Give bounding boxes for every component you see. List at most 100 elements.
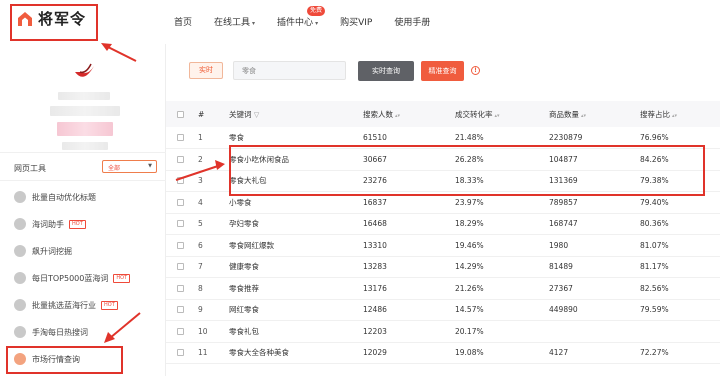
row-checkbox-cell	[166, 320, 194, 343]
filter-icon[interactable]: ▽	[254, 111, 259, 119]
table-row[interactable]: 6 零食网红爆款 13310 19.46% 1980 81.07%	[166, 234, 720, 257]
col-conversion[interactable]: 成交转化率 ▴▾	[455, 101, 549, 127]
hot-badge: HOT	[113, 273, 131, 283]
nav-plugin-center[interactable]: 插件中心 ▾ 免费	[277, 6, 326, 28]
col-search-label: 搜索人数	[363, 109, 393, 119]
row-checkbox[interactable]	[177, 349, 184, 357]
row-checkbox[interactable]	[177, 220, 184, 228]
row-ratio: 82.56%	[640, 277, 720, 300]
free-badge: 免费	[307, 6, 326, 16]
row-checkbox[interactable]	[177, 198, 184, 206]
row-checkbox[interactable]	[177, 177, 184, 185]
sidebar: 网页工具 全部 ▼ 批量自动优化标题 海词助手 HOT 飙升词挖掘 每日TOP5…	[0, 44, 166, 376]
member-badge-redacted	[57, 122, 113, 136]
row-search-count: 16468	[363, 213, 455, 235]
user-info-redacted	[50, 106, 120, 116]
tool-filter-select[interactable]: 全部 ▼	[102, 160, 157, 173]
row-keyword: 孕妇零食	[229, 213, 363, 235]
tool-icon	[14, 326, 26, 338]
select-all-checkbox[interactable]	[177, 110, 184, 118]
nav-manual[interactable]: 使用手册	[394, 15, 430, 28]
sidebar-item-daily-hot-search[interactable]: 手淘每日热搜词	[14, 322, 164, 342]
tool-icon	[14, 299, 26, 311]
row-checkbox[interactable]	[177, 306, 184, 314]
sort-icon[interactable]: ▴▾	[581, 113, 586, 119]
row-ratio: 80.36%	[640, 213, 720, 235]
row-search-count: 13283	[363, 256, 455, 278]
row-index: 3	[194, 170, 229, 192]
row-checkbox-cell	[166, 213, 194, 235]
row-index: 4	[194, 191, 229, 214]
tool-icon	[14, 272, 26, 284]
row-checkbox[interactable]	[177, 327, 184, 335]
table-row[interactable]: 10 零食礼包 12203 20.17%	[166, 320, 720, 343]
row-ratio	[640, 320, 720, 343]
nav-home-label: 首页	[174, 18, 193, 28]
table-row[interactable]: 11 零食大全各种美食 12029 19.08% 4127 72.27%	[166, 342, 720, 364]
col-goods[interactable]: 商品数量 ▴▾	[549, 101, 640, 127]
row-search-count: 13310	[363, 234, 455, 257]
row-ratio: 79.59%	[640, 299, 720, 321]
row-checkbox[interactable]	[177, 134, 184, 141]
sidebar-item-top5000[interactable]: 每日TOP5000蓝海词 HOT	[14, 268, 164, 288]
row-goods-count: 168747	[549, 213, 640, 235]
sort-icon[interactable]: ▴▾	[395, 113, 400, 119]
realtime-query-button[interactable]: 实时查询	[358, 61, 414, 81]
sidebar-item-rising-words[interactable]: 飙升词挖掘	[14, 241, 164, 261]
sidebar-item-keyword-assistant[interactable]: 海词助手 HOT	[14, 214, 164, 234]
select-all-cell	[166, 101, 194, 127]
table-header-row: # 关键词 ▽ 搜索人数 ▴▾ 成交转化率 ▴▾ 商品数量 ▴▾ 搜荐占比 ▴▾	[166, 101, 720, 127]
row-conversion-rate: 14.57%	[455, 299, 549, 321]
nav-buy-vip-label: 购买VIP	[340, 18, 373, 28]
username-redacted	[58, 92, 110, 100]
sidebar-item-label: 批量挑选蓝海行业	[32, 300, 96, 310]
row-keyword: 健康零食	[229, 256, 363, 278]
keyword-table: # 关键词 ▽ 搜索人数 ▴▾ 成交转化率 ▴▾ 商品数量 ▴▾ 搜荐占比 ▴▾ 1 零食…	[166, 101, 720, 364]
tab-realtime[interactable]: 实时	[189, 62, 223, 79]
sidebar-item-label: 批量自动优化标题	[32, 192, 96, 202]
row-goods-count: 4127	[549, 342, 640, 364]
col-keyword[interactable]: 关键词 ▽	[229, 101, 363, 127]
col-ratio[interactable]: 搜荐占比 ▴▾	[640, 101, 720, 127]
table-row[interactable]: 7 健康零食 13283 14.29% 81489 81.17%	[166, 256, 720, 278]
help-icon[interactable]: !	[471, 66, 480, 75]
avatar[interactable]	[71, 58, 97, 84]
nav-plugin-center-label: 插件中心	[277, 18, 314, 28]
sort-icon[interactable]: ▴▾	[672, 113, 677, 119]
nav-online-tools[interactable]: 在线工具 ▾	[214, 15, 255, 28]
annotation-box-logo	[10, 4, 98, 41]
keyword-input[interactable]: 零食	[233, 61, 346, 80]
table-row[interactable]: 5 孕妇零食 16468 18.29% 168747 80.36%	[166, 213, 720, 235]
nav-buy-vip[interactable]: 购买VIP	[340, 15, 372, 28]
row-conversion-rate: 21.26%	[455, 277, 549, 300]
sidebar-item-label: 手淘每日热搜词	[32, 327, 88, 337]
col-ratio-label: 搜荐占比	[640, 109, 670, 119]
sidebar-item-batch-title[interactable]: 批量自动优化标题	[14, 187, 164, 207]
col-search[interactable]: 搜索人数 ▴▾	[363, 101, 455, 127]
row-checkbox-cell	[166, 170, 194, 192]
row-ratio: 81.07%	[640, 234, 720, 257]
table-row[interactable]: 8 零食推荐 13176 21.26% 27367 82.56%	[166, 277, 720, 300]
row-conversion-rate: 18.29%	[455, 213, 549, 235]
col-index: #	[194, 101, 229, 127]
row-checkbox[interactable]	[177, 263, 184, 271]
nav-home[interactable]: 首页	[174, 15, 192, 28]
col-goods-label: 商品数量	[549, 109, 579, 119]
row-checkbox-cell	[166, 277, 194, 300]
annotation-box-rows	[229, 145, 705, 196]
chevron-down-icon: ▼	[148, 163, 152, 169]
sort-icon[interactable]: ▴▾	[495, 113, 500, 119]
precise-query-button[interactable]: 精准查询	[421, 61, 464, 81]
row-ratio: 72.27%	[640, 342, 720, 364]
row-conversion-rate: 14.29%	[455, 256, 549, 278]
sidebar-item-blue-ocean-industry[interactable]: 批量挑选蓝海行业 HOT	[14, 295, 164, 315]
row-keyword: 零食推荐	[229, 277, 363, 300]
row-checkbox[interactable]	[177, 241, 184, 249]
row-conversion-rate: 19.46%	[455, 234, 549, 257]
tool-filter-value: 全部	[108, 165, 121, 172]
row-checkbox[interactable]	[177, 155, 184, 163]
main-nav: 首页 在线工具 ▾ 插件中心 ▾ 免费 购买VIP 使用手册	[174, 6, 452, 28]
row-checkbox-cell	[166, 127, 194, 149]
table-row[interactable]: 9 网红零食 12486 14.57% 449890 79.59%	[166, 299, 720, 321]
row-checkbox[interactable]	[177, 284, 184, 292]
